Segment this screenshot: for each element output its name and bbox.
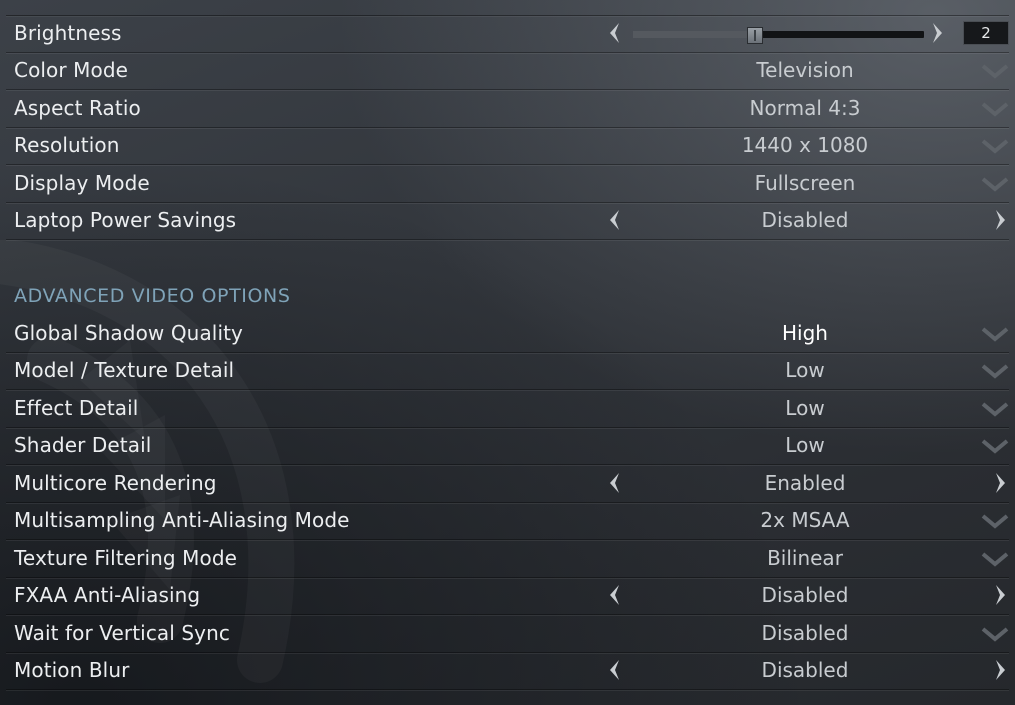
setting-value: 2x MSAA	[760, 508, 850, 532]
chevron-down-icon[interactable]	[981, 401, 1009, 417]
brightness-slider-track[interactable]	[633, 31, 924, 38]
setting-value: Disabled	[761, 208, 849, 232]
chevron-down-icon[interactable]	[981, 438, 1009, 454]
setting-value: High	[782, 321, 828, 345]
setting-label: Laptop Power Savings	[14, 208, 237, 232]
setting-label-brightness: Brightness	[14, 21, 122, 45]
setting-value: Low	[785, 358, 825, 382]
setting-value: Disabled	[761, 583, 849, 607]
setting-label: Shader Detail	[14, 433, 152, 457]
setting-label: Texture Filtering Mode	[14, 546, 238, 570]
chevron-down-icon[interactable]	[981, 101, 1009, 117]
setting-value: Bilinear	[767, 546, 843, 570]
arrow-right-icon[interactable]	[993, 658, 1009, 682]
setting-row-display-mode[interactable]: Display Mode Fullscreen	[6, 165, 1009, 203]
setting-label: Multicore Rendering	[14, 471, 217, 495]
chevron-down-icon[interactable]	[981, 551, 1009, 567]
setting-row-resolution[interactable]: Resolution 1440 x 1080	[6, 127, 1009, 165]
setting-label: Motion Blur	[14, 658, 130, 682]
setting-value: Disabled	[761, 658, 849, 682]
setting-value: Television	[756, 58, 854, 82]
arrow-right-icon[interactable]	[993, 208, 1009, 232]
arrow-right-icon[interactable]	[993, 471, 1009, 495]
setting-label: Global Shadow Quality	[14, 321, 243, 345]
setting-label: Resolution	[14, 133, 120, 157]
chevron-down-icon[interactable]	[981, 626, 1009, 642]
setting-row-global-shadow-quality[interactable]: Global Shadow Quality High	[6, 315, 1009, 353]
brightness-value-field[interactable]: 2	[963, 21, 1009, 45]
setting-label: Color Mode	[14, 58, 129, 82]
setting-value: Fullscreen	[754, 171, 856, 195]
setting-row-color-mode[interactable]: Color Mode Television	[6, 52, 1009, 90]
setting-row-multicore-rendering[interactable]: Multicore Rendering Enabled	[6, 465, 1009, 503]
arrow-right-icon[interactable]	[993, 583, 1009, 607]
setting-row-laptop-power-savings[interactable]: Laptop Power Savings Disabled	[6, 202, 1009, 240]
setting-value: Disabled	[761, 621, 849, 645]
chevron-down-icon[interactable]	[981, 63, 1009, 79]
setting-label: Wait for Vertical Sync	[14, 621, 230, 645]
setting-value: Normal 4:3	[749, 96, 861, 120]
chevron-down-icon[interactable]	[981, 326, 1009, 342]
setting-row-aspect-ratio[interactable]: Aspect Ratio Normal 4:3	[6, 90, 1009, 128]
chevron-down-icon[interactable]	[981, 513, 1009, 529]
setting-label: Model / Texture Detail	[14, 358, 235, 382]
setting-row-shader-detail[interactable]: Shader Detail Low	[6, 427, 1009, 465]
setting-label: Effect Detail	[14, 396, 139, 420]
setting-row-multisampling-anti-aliasing-mode[interactable]: Multisampling Anti-Aliasing Mode 2x MSAA	[6, 502, 1009, 540]
chevron-down-icon[interactable]	[981, 138, 1009, 154]
setting-row-fxaa-anti-aliasing[interactable]: FXAA Anti-Aliasing Disabled	[6, 577, 1009, 615]
setting-label: Multisampling Anti-Aliasing Mode	[14, 508, 350, 532]
setting-label: Aspect Ratio	[14, 96, 141, 120]
setting-row-motion-blur[interactable]: Motion Blur Disabled	[6, 652, 1009, 690]
setting-row-wait-for-vertical-sync[interactable]: Wait for Vertical Sync Disabled	[6, 615, 1009, 653]
setting-value: Low	[785, 433, 825, 457]
setting-label: FXAA Anti-Aliasing	[14, 583, 201, 607]
section-title-advanced-video-options: ADVANCED VIDEO OPTIONS	[14, 285, 291, 307]
arrow-left-icon[interactable]	[606, 21, 622, 45]
chevron-down-icon[interactable]	[981, 176, 1009, 192]
arrow-right-icon[interactable]	[930, 21, 946, 45]
setting-value: 1440 x 1080	[741, 133, 869, 157]
setting-value: Enabled	[764, 471, 846, 495]
brightness-slider-fill	[633, 31, 755, 38]
setting-row-brightness: Brightness 2	[6, 15, 1009, 53]
setting-row-texture-filtering-mode[interactable]: Texture Filtering Mode Bilinear	[6, 540, 1009, 578]
chevron-down-icon[interactable]	[981, 363, 1009, 379]
setting-label: Display Mode	[14, 171, 150, 195]
setting-row-effect-detail[interactable]: Effect Detail Low	[6, 390, 1009, 428]
brightness-slider-thumb[interactable]	[747, 27, 763, 44]
setting-row-model-texture-detail[interactable]: Model / Texture Detail Low	[6, 352, 1009, 390]
setting-value: Low	[785, 396, 825, 420]
